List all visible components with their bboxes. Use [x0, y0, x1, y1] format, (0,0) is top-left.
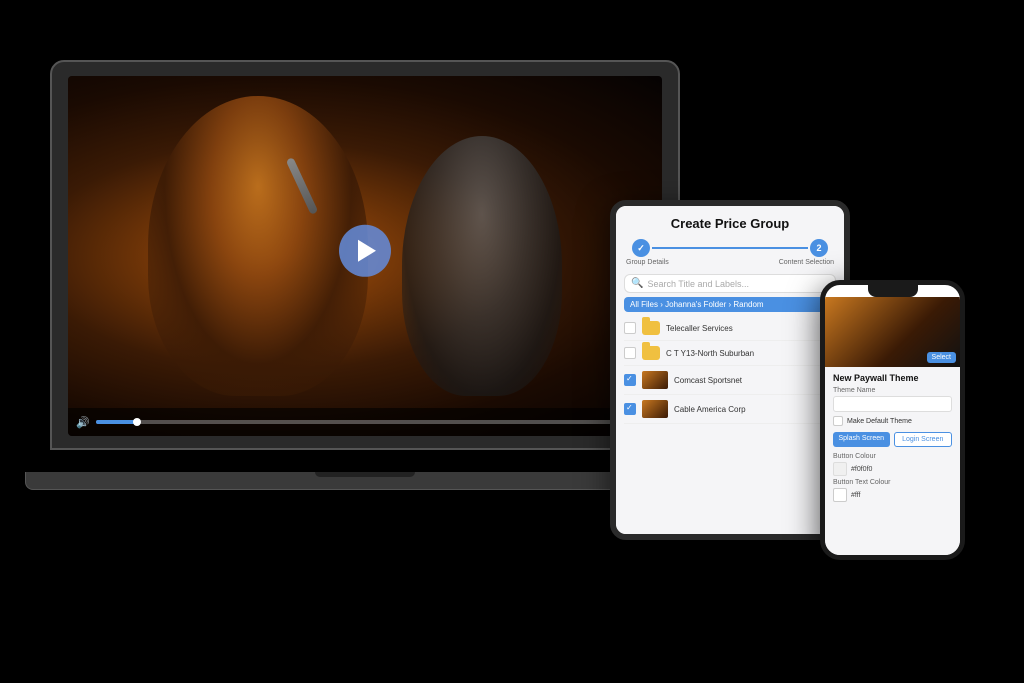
breadcrumb[interactable]: All Files › Johanna's Folder › Random	[624, 297, 836, 312]
button-text-swatch-row: #fff	[833, 488, 952, 502]
laptop-base	[25, 472, 705, 490]
file-name-4: Cable America Corp	[674, 405, 836, 414]
default-theme-label: Make Default Theme	[847, 418, 912, 425]
phone-device: Select New Paywall Theme Theme Name Make…	[820, 280, 965, 560]
screen-type-buttons: Splash Screen Login Screen	[833, 432, 952, 447]
tablet-device: Create Price Group ✓ 2 Group Details Con…	[610, 200, 850, 540]
concert-guitarist	[402, 136, 562, 396]
login-screen-button[interactable]: Login Screen	[894, 432, 953, 447]
progress-thumb	[133, 418, 141, 426]
theme-name-label: Theme Name	[833, 387, 952, 394]
step-connector	[652, 247, 808, 249]
tablet-screen: Create Price Group ✓ 2 Group Details Con…	[616, 206, 844, 534]
search-placeholder-text: Search Title and Labels...	[647, 279, 749, 289]
video-controls: 🔊 0:06 ⛶	[68, 408, 662, 436]
breadcrumb-text: All Files › Johanna's Folder › Random	[630, 300, 764, 309]
file-name-3: Comcast Sportsnet	[674, 376, 836, 385]
phone-body: Select New Paywall Theme Theme Name Make…	[820, 280, 965, 560]
progress-fill	[96, 420, 138, 424]
phone-content-area: New Paywall Theme Theme Name Make Defaul…	[825, 367, 960, 511]
button-colour-swatch-row: #f0f0f0	[833, 462, 952, 476]
laptop-hinge-notch	[315, 472, 415, 477]
folder-icon	[642, 346, 660, 360]
play-button[interactable]	[339, 225, 391, 277]
file-name-2: C T Y13-North Suburban	[666, 349, 836, 358]
file-checkbox-4[interactable]	[624, 403, 636, 415]
search-bar[interactable]: 🔍 Search Title and Labels...	[624, 274, 836, 293]
progress-bar[interactable]	[96, 420, 615, 424]
laptop-body: 🔊 0:06 ⛶	[50, 60, 680, 450]
list-item[interactable]: Telecaller Services	[624, 316, 836, 341]
button-text-label: Button Text Colour	[833, 479, 952, 486]
button-text-value: #fff	[851, 492, 860, 499]
step-2-label: Content Selection	[779, 259, 834, 266]
list-item[interactable]: C T Y13-North Suburban	[624, 341, 836, 366]
list-item[interactable]: Cable America Corp	[624, 395, 836, 424]
splash-screen-button[interactable]: Splash Screen	[833, 432, 890, 447]
laptop-device: 🔊 0:06 ⛶	[50, 60, 680, 490]
phone-notch	[868, 285, 918, 297]
button-colour-value: #f0f0f0	[851, 466, 872, 473]
file-checkbox-2[interactable]	[624, 347, 636, 359]
laptop-screen: 🔊 0:06 ⛶	[68, 76, 662, 436]
new-paywall-title: New Paywall Theme	[833, 373, 952, 383]
play-icon	[358, 240, 376, 262]
file-name-1: Telecaller Services	[666, 324, 836, 333]
folder-icon	[642, 321, 660, 335]
video-thumbnail-4	[642, 400, 668, 418]
concert-singer	[148, 96, 368, 396]
theme-name-input[interactable]	[833, 396, 952, 412]
default-theme-checkbox[interactable]	[833, 416, 843, 426]
list-item[interactable]: Comcast Sportsnet	[624, 366, 836, 395]
tablet-modal-title: Create Price Group	[616, 206, 844, 235]
button-colour-swatch[interactable]	[833, 462, 847, 476]
search-icon: 🔍	[631, 278, 643, 289]
step-labels: Group Details Content Selection	[616, 257, 844, 268]
step-1-label: Group Details	[626, 259, 669, 266]
select-button[interactable]: Select	[927, 352, 956, 363]
file-checkbox-3[interactable]	[624, 374, 636, 386]
default-theme-row: Make Default Theme	[833, 416, 952, 426]
tablet-body: Create Price Group ✓ 2 Group Details Con…	[610, 200, 850, 540]
step-2-circle: 2	[810, 239, 828, 257]
volume-icon[interactable]: 🔊	[76, 416, 90, 429]
file-list: Telecaller Services C T Y13-North Suburb…	[616, 316, 844, 424]
video-thumbnail-3	[642, 371, 668, 389]
step-1-circle: ✓	[632, 239, 650, 257]
phone-header-image: Select	[825, 297, 960, 367]
phone-screen: Select New Paywall Theme Theme Name Make…	[825, 297, 960, 555]
stepper-bar: ✓ 2	[616, 235, 844, 257]
button-text-swatch[interactable]	[833, 488, 847, 502]
button-colour-label: Button Colour	[833, 453, 952, 460]
file-checkbox-1[interactable]	[624, 322, 636, 334]
